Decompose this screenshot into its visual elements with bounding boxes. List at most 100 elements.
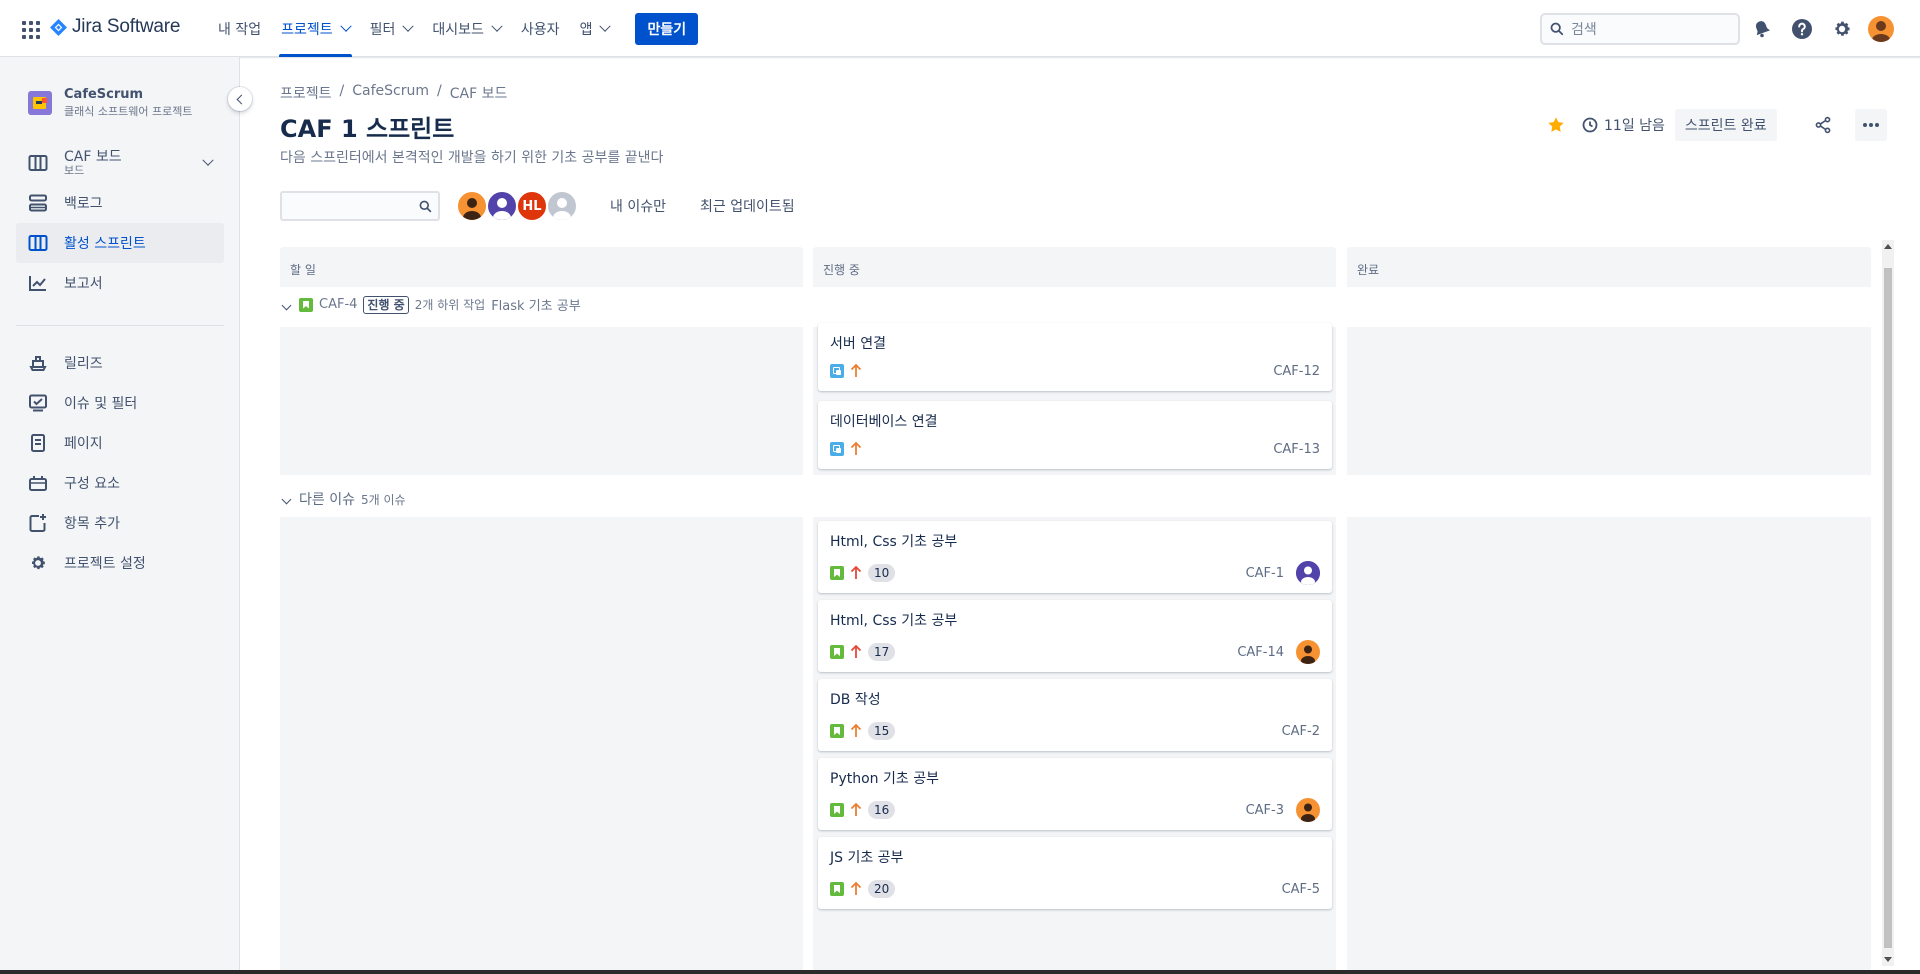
- issue-card[interactable]: 서버 연결 CAF-12: [818, 323, 1332, 391]
- breadcrumb: 프로젝트 / CafeScrum / CAF 보드: [280, 83, 507, 103]
- assignee-avatar[interactable]: [1296, 640, 1320, 664]
- issue-key[interactable]: CAF-14: [1237, 645, 1284, 660]
- sidebar-item-board[interactable]: CAF 보드 보드: [16, 143, 224, 183]
- board-search-input[interactable]: [280, 191, 440, 221]
- card-footer: 16 CAF-3: [830, 798, 1320, 822]
- app-switcher-icon[interactable]: [20, 19, 40, 39]
- issue-count: 5개 이슈: [360, 492, 406, 507]
- person-icon: [463, 198, 481, 220]
- scroll-up-arrow[interactable]: [1884, 244, 1892, 249]
- sidebar-item-pages[interactable]: 페이지: [16, 423, 224, 463]
- sidebar-item-project-settings[interactable]: 프로젝트 설정: [16, 543, 224, 583]
- sidebar-item-sublabel: 보드: [64, 164, 85, 177]
- parent-issue-summary: Flask 기초 공부: [491, 299, 581, 314]
- user-avatar[interactable]: [1868, 16, 1894, 42]
- settings-icon[interactable]: [1828, 15, 1856, 43]
- nav-filters[interactable]: 필터: [360, 0, 423, 57]
- breadcrumb-board[interactable]: CAF 보드: [450, 83, 508, 103]
- nav-label: 내 작업: [218, 21, 262, 38]
- nav-label: 사용자: [520, 21, 560, 38]
- card-title: Html, Css 기초 공부: [830, 613, 958, 629]
- more-actions-button[interactable]: [1854, 109, 1887, 141]
- assignee-avatar[interactable]: [486, 190, 518, 222]
- issue-card[interactable]: Html, Css 기초 공부 10 CAF-1: [818, 521, 1332, 593]
- issue-key[interactable]: CAF-5: [1282, 882, 1320, 897]
- column-header-in-progress: 진행 중: [813, 247, 1336, 287]
- issue-key[interactable]: CAF-3: [1246, 803, 1284, 818]
- person-icon: [1301, 803, 1315, 822]
- assignee-avatar[interactable]: [546, 190, 578, 222]
- project-avatar: [28, 91, 52, 115]
- issue-card[interactable]: 데이터베이스 연결 CAF-13: [818, 401, 1332, 469]
- create-button[interactable]: 만들기: [635, 12, 699, 45]
- sidebar-item-active-sprint[interactable]: 활성 스프린트: [16, 223, 224, 263]
- scroll-down-arrow[interactable]: [1884, 957, 1892, 962]
- window-bottom-edge: [0, 970, 1920, 974]
- sidebar-item-issues[interactable]: 이슈 및 필터: [16, 383, 224, 423]
- jira-logo[interactable]: Jira Software: [50, 16, 180, 38]
- nav-people[interactable]: 사용자: [511, 0, 570, 57]
- nav-label: 필터: [369, 21, 396, 38]
- share-button[interactable]: [1807, 109, 1839, 141]
- story-icon: [830, 566, 844, 580]
- swimlane-header[interactable]: CAF-4 진행 중 2개 하위 작업 Flask 기초 공부: [280, 295, 581, 314]
- nav-apps[interactable]: 앱: [570, 0, 620, 57]
- nav-my-work[interactable]: 내 작업: [208, 0, 271, 57]
- project-header[interactable]: CafeScrum 클래식 소프트웨어 프로젝트: [28, 87, 192, 119]
- quick-filter-my-issues[interactable]: 내 이슈만: [600, 196, 676, 216]
- search-icon: [419, 200, 432, 213]
- scrollbar-thumb[interactable]: [1884, 268, 1892, 948]
- search-placeholder: 검색: [1571, 22, 1597, 38]
- issue-key[interactable]: CAF-2: [1282, 724, 1320, 739]
- issue-card[interactable]: JS 기초 공부 20 CAF-5: [818, 837, 1332, 909]
- page-title: CAF 1 스프린트: [280, 115, 455, 143]
- story-icon: [830, 724, 844, 738]
- reports-icon: [29, 276, 46, 291]
- search-input[interactable]: 검색: [1540, 13, 1740, 45]
- sidebar-item-label: 페이지: [64, 436, 103, 452]
- help-icon[interactable]: [1788, 15, 1816, 43]
- sprint-goal: 다음 스프린터에서 본격적인 개발을 하기 위한 기초 공부를 끝낸다: [280, 150, 664, 166]
- subtask-icon: [830, 364, 844, 378]
- sidebar-item-releases[interactable]: 릴리즈: [16, 343, 224, 383]
- person-icon: [1301, 645, 1315, 664]
- releases-icon: [29, 356, 47, 371]
- status-lozenge: 진행 중: [363, 295, 409, 314]
- quick-filter-recently-updated[interactable]: 최근 업데이트됨: [690, 196, 805, 216]
- sidebar-item-reports[interactable]: 보고서: [16, 263, 224, 303]
- issue-card[interactable]: DB 작성 15 CAF-2: [818, 679, 1332, 751]
- complete-sprint-button[interactable]: 스프린트 완료: [1674, 109, 1777, 141]
- assignee-avatar[interactable]: [1296, 561, 1320, 585]
- story-points: 17: [868, 643, 896, 661]
- chevron-down-icon[interactable]: [281, 494, 292, 505]
- assignee-avatar[interactable]: [456, 190, 488, 222]
- assignee-avatar[interactable]: [1296, 798, 1320, 822]
- sidebar-item-backlog[interactable]: 백로그: [16, 183, 224, 223]
- issue-card[interactable]: Python 기초 공부 16 CAF-3: [818, 758, 1332, 830]
- days-remaining: 11일 남음: [1582, 115, 1665, 135]
- card-footer: 17 CAF-14: [830, 640, 1320, 664]
- breadcrumb-project[interactable]: CafeScrum: [352, 83, 429, 103]
- nav-projects[interactable]: 프로젝트: [271, 0, 360, 57]
- story-icon: [830, 882, 844, 896]
- nav-label: 대시보드: [432, 21, 484, 38]
- star-button[interactable]: [1540, 109, 1572, 141]
- issue-key[interactable]: CAF-13: [1273, 442, 1320, 457]
- issue-key[interactable]: CAF-12: [1273, 364, 1320, 379]
- collapse-sidebar-button[interactable]: [228, 87, 252, 111]
- breadcrumb-projects[interactable]: 프로젝트: [280, 83, 332, 103]
- issue-key[interactable]: CAF-1: [1246, 566, 1284, 581]
- nav-dashboards[interactable]: 대시보드: [422, 0, 511, 57]
- story-icon: [830, 645, 844, 659]
- chevron-down-icon[interactable]: [202, 154, 214, 166]
- chevron-left-icon: [236, 94, 247, 104]
- board-scrollbar[interactable]: [1882, 240, 1894, 966]
- sidebar-item-add-item[interactable]: 항목 추가: [16, 503, 224, 543]
- assignee-avatar-initials[interactable]: HL: [516, 190, 548, 222]
- sidebar-item-components[interactable]: 구성 요소: [16, 463, 224, 503]
- star-icon: [1548, 117, 1564, 132]
- swimlane-header[interactable]: 다른 이슈 5개 이슈: [280, 489, 406, 509]
- chevron-down-icon[interactable]: [281, 300, 292, 310]
- notifications-icon[interactable]: [1748, 15, 1776, 43]
- issue-card[interactable]: Html, Css 기초 공부 17 CAF-14: [818, 600, 1332, 672]
